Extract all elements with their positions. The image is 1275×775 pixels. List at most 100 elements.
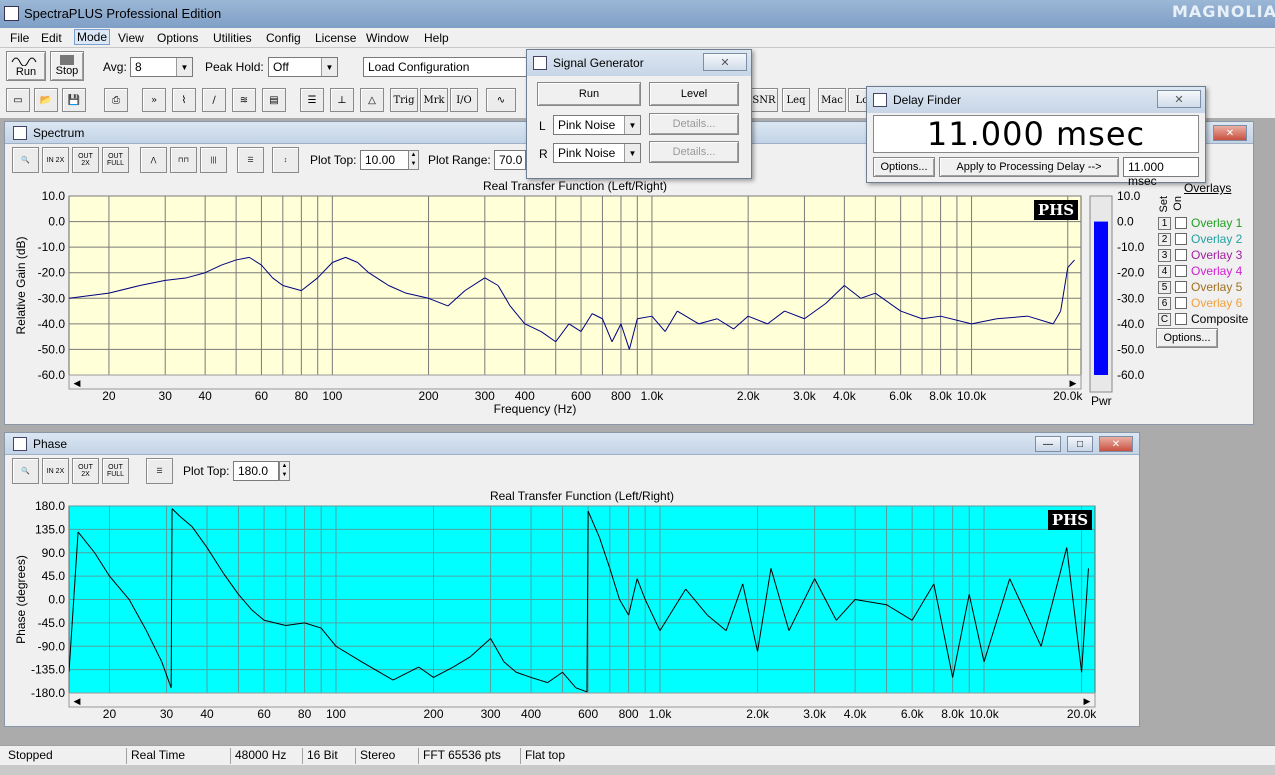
overlay-row-6: 6 Overlay 6 bbox=[1158, 296, 1242, 310]
overlay-checkbox[interactable] bbox=[1175, 313, 1187, 325]
y-tick-label: -10.0 bbox=[38, 240, 66, 254]
x-tick-label: 100 bbox=[322, 389, 342, 403]
y-tick-label: 135.0 bbox=[35, 522, 65, 536]
overlay-set-button[interactable]: C bbox=[1158, 312, 1171, 326]
status-field: Stopped bbox=[8, 748, 53, 762]
y-tick-label: 90.0 bbox=[42, 546, 66, 560]
power-meter: 10.0 0.0 -10.0 -20.0 -30.0 -40.0 -50.0 -60.0 Pwr bbox=[1089, 189, 1145, 408]
x-tick-label: 20.0k bbox=[1067, 707, 1097, 721]
y-tick-label: -90.0 bbox=[38, 639, 66, 653]
y-tick-label: -50.0 bbox=[38, 342, 66, 356]
power-label: Pwr bbox=[1091, 394, 1112, 408]
overlay-row-2: 2 Overlay 2 bbox=[1158, 232, 1242, 246]
delay-finder-dialog: Delay Finder ✕ 11.000 msec Options... Ap… bbox=[866, 86, 1206, 188]
delay-finder-icon bbox=[873, 93, 887, 107]
overlay-checkbox[interactable] bbox=[1175, 217, 1187, 229]
signal-level-button[interactable]: Level bbox=[649, 82, 739, 106]
overlays-options-button[interactable]: Options... bbox=[1156, 328, 1218, 348]
delay-finder-title-bar: Delay Finder ✕ bbox=[867, 87, 1205, 113]
x-tick-label: 400 bbox=[521, 707, 541, 721]
x-tick-label: 80 bbox=[295, 389, 309, 403]
x-axis-label: Frequency (Hz) bbox=[494, 402, 577, 416]
x-tick-label: 30 bbox=[159, 389, 173, 403]
x-tick-label: 4.0k bbox=[844, 707, 868, 721]
overlay-set-button[interactable]: 5 bbox=[1158, 280, 1171, 294]
overlay-label: Overlay 1 bbox=[1191, 216, 1243, 230]
overlays-title: Overlays bbox=[1184, 181, 1232, 195]
x-tick-label: 600 bbox=[578, 707, 598, 721]
overlay-label: Overlay 4 bbox=[1191, 264, 1243, 278]
signal-generator-dialog: Signal Generator ✕ Run Level L Pink Nois… bbox=[526, 49, 752, 179]
x-tick-label: 2.0k bbox=[746, 707, 770, 721]
x-scrollbar bbox=[68, 374, 1082, 390]
overlay-label: Overlay 5 bbox=[1191, 280, 1243, 294]
y-tick-label: 0.0 bbox=[48, 215, 65, 229]
channel-l-details-button[interactable]: Details... bbox=[649, 113, 739, 135]
overlay-row-5: 5 Overlay 5 bbox=[1158, 280, 1242, 294]
power-tick-label: 0.0 bbox=[1117, 215, 1134, 229]
overlay-checkbox[interactable] bbox=[1175, 233, 1187, 245]
channel-r-details-button[interactable]: Details... bbox=[649, 141, 739, 163]
overlay-label: Composite bbox=[1191, 312, 1249, 326]
x-tick-label: 4.0k bbox=[833, 389, 857, 403]
overlay-label: Overlay 3 bbox=[1191, 248, 1243, 262]
overlay-label: Overlay 2 bbox=[1191, 232, 1243, 246]
overlay-label: Overlay 6 bbox=[1191, 296, 1243, 310]
x-tick-label: 6.0k bbox=[889, 389, 913, 403]
status-field: 48000 Hz bbox=[230, 748, 286, 764]
overlay-checkbox[interactable] bbox=[1175, 297, 1187, 309]
power-tick-label: -40.0 bbox=[1117, 317, 1145, 331]
overlay-checkbox[interactable] bbox=[1175, 265, 1187, 277]
apply-processing-delay-button[interactable]: Apply to Processing Delay --> bbox=[939, 157, 1119, 177]
overlay-set-button[interactable]: 6 bbox=[1158, 296, 1171, 310]
status-field: FFT 65536 pts bbox=[418, 748, 501, 764]
x-tick-label: 8.0k bbox=[929, 389, 953, 403]
x-tick-label: 8.0k bbox=[941, 707, 965, 721]
overlay-set-button[interactable]: 2 bbox=[1158, 232, 1171, 246]
chart-0: 10.0 0.0 -10.0 -20.0 -30.0 -40.0 -50.0 -60.0 20 3… bbox=[14, 179, 1083, 416]
channel-r-signal-select[interactable]: Pink Noise ▼ bbox=[553, 143, 641, 163]
signal-run-button[interactable]: Run bbox=[537, 82, 641, 106]
y-tick-label: 45.0 bbox=[42, 569, 66, 583]
x-tick-label: 200 bbox=[419, 389, 439, 403]
status-field: 16 Bit bbox=[302, 748, 338, 764]
x-tick-label: 80 bbox=[298, 707, 312, 721]
y-tick-label: -45.0 bbox=[38, 616, 66, 630]
x-tick-label: 10.0k bbox=[957, 389, 987, 403]
x-tick-label: 600 bbox=[571, 389, 591, 403]
signal-generator-icon bbox=[533, 56, 547, 70]
y-tick-label: 0.0 bbox=[48, 593, 65, 607]
overlay-set-button[interactable]: 1 bbox=[1158, 216, 1171, 230]
phs-logo: PHS bbox=[1034, 200, 1078, 220]
power-tick-label: -50.0 bbox=[1117, 342, 1145, 356]
overlay-checkbox[interactable] bbox=[1175, 249, 1187, 261]
overlay-set-button[interactable]: 3 bbox=[1158, 248, 1171, 262]
scroll-left-icon: ◀ bbox=[74, 378, 81, 388]
x-tick-label: 300 bbox=[475, 389, 495, 403]
y-tick-label: 180.0 bbox=[35, 499, 65, 513]
x-tick-label: 40 bbox=[200, 707, 214, 721]
y-tick-label: 10.0 bbox=[42, 189, 66, 203]
delay-options-button[interactable]: Options... bbox=[873, 157, 935, 177]
y-tick-label: -40.0 bbox=[38, 317, 66, 331]
x-tick-label: 200 bbox=[424, 707, 444, 721]
x-tick-label: 60 bbox=[255, 389, 269, 403]
x-tick-label: 400 bbox=[515, 389, 535, 403]
scroll-right-icon: ▶ bbox=[1070, 378, 1077, 388]
overlay-set-button[interactable]: 4 bbox=[1158, 264, 1171, 278]
y-tick-label: -30.0 bbox=[38, 291, 66, 305]
power-tick-label: -60.0 bbox=[1117, 368, 1145, 382]
x-tick-label: 800 bbox=[619, 707, 639, 721]
signal-generator-close-button[interactable]: ✕ bbox=[703, 53, 747, 71]
overlay-row-1: 1 Overlay 1 bbox=[1158, 216, 1242, 230]
overlay-checkbox[interactable] bbox=[1175, 281, 1187, 293]
channel-l-signal-select[interactable]: Pink Noise ▼ bbox=[553, 115, 641, 135]
x-tick-label: 1.0k bbox=[641, 389, 665, 403]
x-tick-label: 20.0k bbox=[1053, 389, 1083, 403]
delay-finder-close-button[interactable]: ✕ bbox=[1157, 90, 1201, 108]
chevron-down-icon: ▼ bbox=[624, 116, 640, 134]
power-tick-label: -20.0 bbox=[1117, 266, 1145, 280]
x-tick-label: 40 bbox=[198, 389, 212, 403]
y-tick-label: -180.0 bbox=[31, 686, 65, 700]
x-tick-label: 60 bbox=[257, 707, 271, 721]
